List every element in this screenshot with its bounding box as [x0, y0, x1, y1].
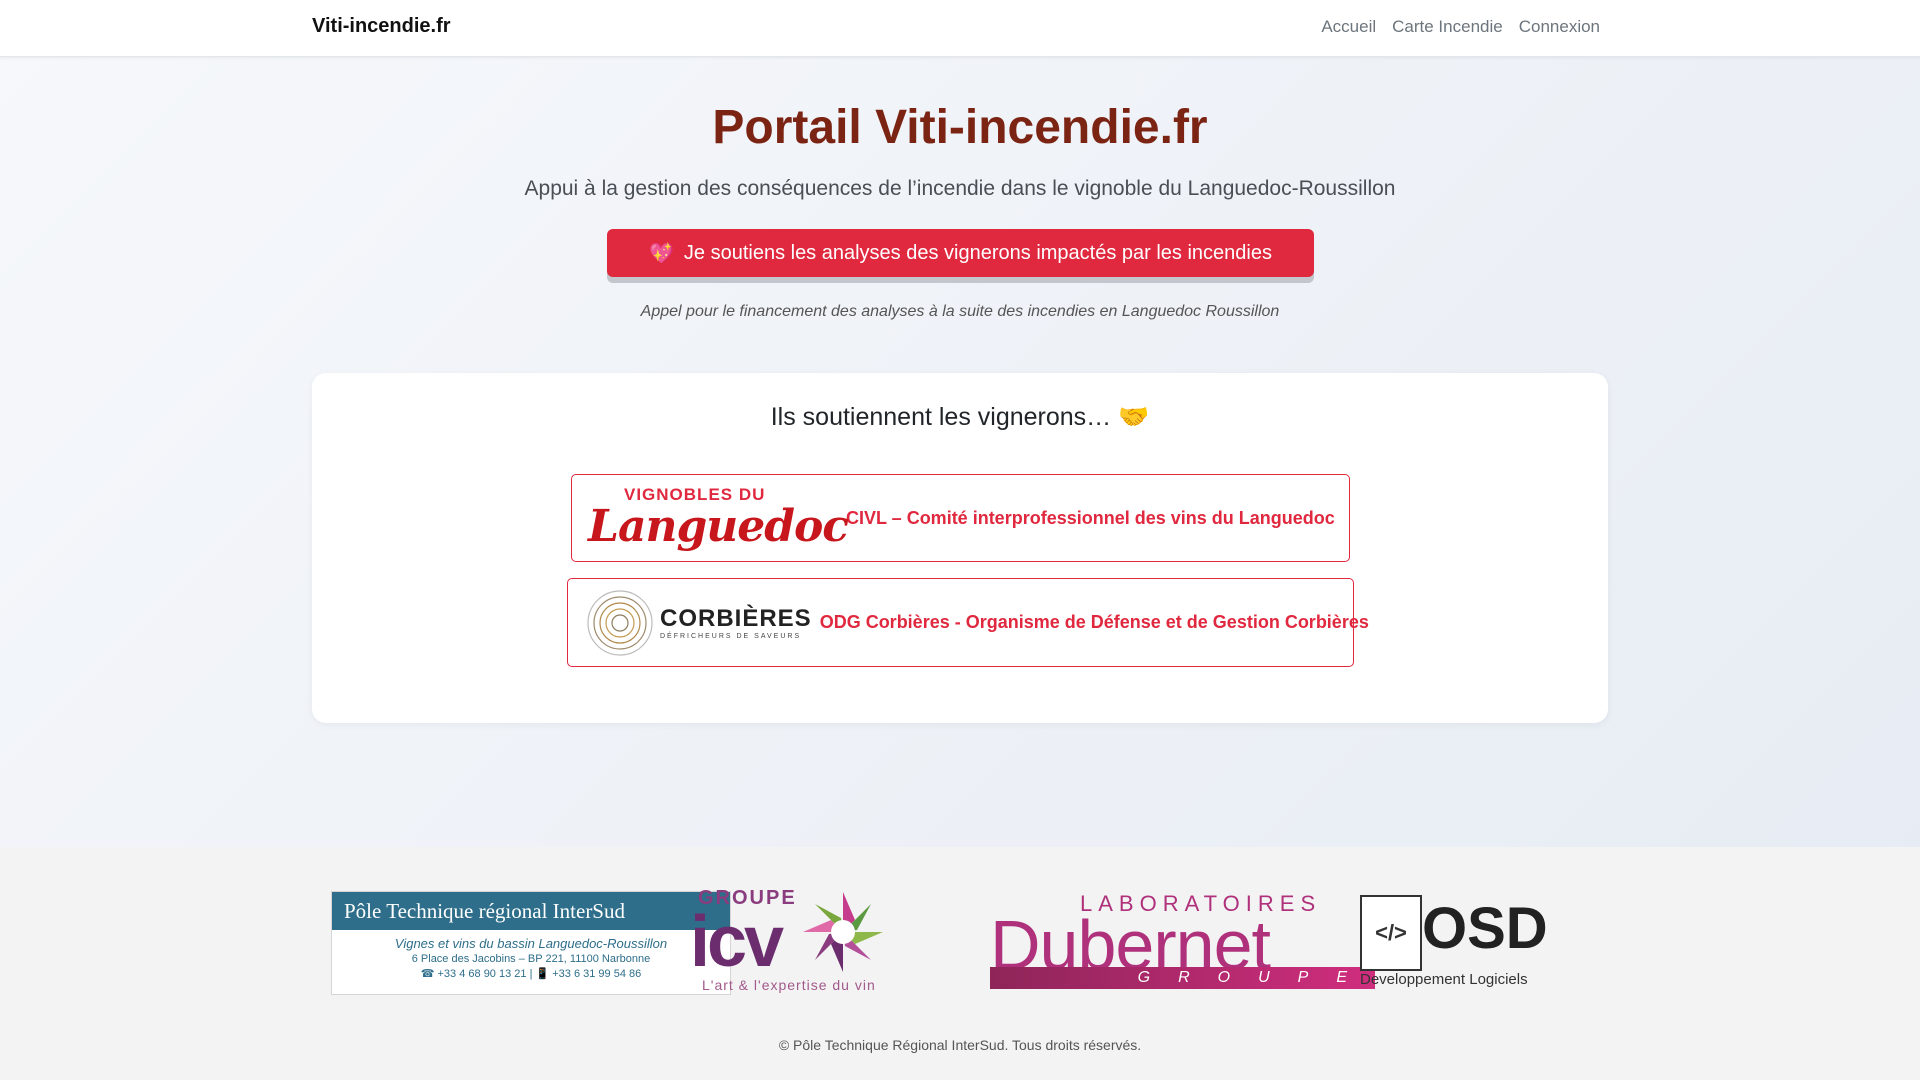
- civl-logo-big: Languedoc: [588, 501, 849, 552]
- page-subtitle: Appui à la gestion des conséquences de l…: [524, 177, 1396, 200]
- sponsor-corbieres-name: ODG Corbières - Organisme de Défense et …: [819, 612, 1369, 632]
- osd-logo: </> OSD Developpement Logiciels: [1360, 895, 1560, 995]
- osd-subtitle: Developpement Logiciels: [1360, 971, 1528, 988]
- corbieres-wordmark: CORBIÈRES DÉFRICHEURS DE SAVEURS: [660, 605, 812, 640]
- sponsor-corbieres[interactable]: CORBIÈRES DÉFRICHEURS DE SAVEURS ODG Cor…: [567, 578, 1369, 667]
- nav-links: Accueil Carte Incendie Connexion: [1321, 17, 1600, 37]
- ptr-title: Pôle Technique régional InterSud: [332, 892, 730, 930]
- page-title: Portail Viti-incendie.fr: [712, 101, 1208, 154]
- icv-logo: GROUPE icv L'art & l'expertise du vin: [690, 887, 920, 997]
- ptr-intersud-logo: Pôle Technique régional InterSud Vignes …: [331, 891, 731, 995]
- civl-logo: VIGNOBLES DU Languedoc: [588, 483, 849, 553]
- brand-logo[interactable]: Viti-incendie.fr: [312, 15, 451, 38]
- footer: Pôle Technique régional InterSud Vignes …: [0, 847, 1920, 1080]
- fingerprint-icon: [587, 589, 653, 656]
- dubernet-logo: LABORATOIRES Dubernet GROUPE: [990, 891, 1380, 991]
- support-button-label: Je soutiens les analyses des vignerons i…: [683, 241, 1272, 264]
- support-button[interactable]: 💖 Je soutiens les analyses des vignerons…: [607, 229, 1314, 277]
- copyright: © Pôle Technique Régional InterSud. Tous…: [778, 1037, 1142, 1053]
- dubernet-group-bar: GROUPE: [990, 967, 1375, 989]
- sponsor-civl[interactable]: VIGNOBLES DU Languedoc CIVL – Comité int…: [571, 474, 1350, 562]
- code-file-icon: </>: [1360, 895, 1422, 971]
- osd-name: OSD: [1422, 896, 1548, 961]
- nav-link-accueil[interactable]: Accueil: [1321, 17, 1376, 37]
- ptr-address: 6 Place des Jacobins – BP 221, 11100 Nar…: [411, 953, 651, 965]
- icv-name: icv: [690, 902, 784, 982]
- ptr-phones: ☎ +33 4 68 90 13 21 | 📱 +33 6 31 99 54 8…: [420, 968, 642, 980]
- appeal-text: Appel pour le financement des analyses à…: [640, 303, 1280, 320]
- nav-link-connexion[interactable]: Connexion: [1519, 17, 1600, 37]
- corbieres-logo-tag: DÉFRICHEURS DE SAVEURS: [660, 633, 802, 640]
- sponsor-civl-name: CIVL – Comité interprofessionnel des vin…: [846, 507, 1335, 528]
- navbar: Viti-incendie.fr Accueil Carte Incendie …: [0, 0, 1920, 57]
- corbieres-logo: CORBIÈRES DÉFRICHEURS DE SAVEURS: [584, 587, 812, 659]
- corbieres-logo-name: CORBIÈRES: [660, 605, 812, 632]
- heart-icon: 💖: [648, 242, 674, 265]
- flower-icon: [803, 892, 883, 972]
- ptr-tagline: Vignes et vins du bassin Languedoc-Rouss…: [394, 936, 668, 951]
- nav-link-carte-incendie[interactable]: Carte Incendie: [1392, 17, 1503, 37]
- supporters-card: Ils soutiennent les vignerons… 🤝 VIGNOBL…: [312, 373, 1608, 723]
- supporters-title: Ils soutiennent les vignerons… 🤝: [770, 403, 1150, 431]
- icv-tagline: L'art & l'expertise du vin: [702, 977, 876, 993]
